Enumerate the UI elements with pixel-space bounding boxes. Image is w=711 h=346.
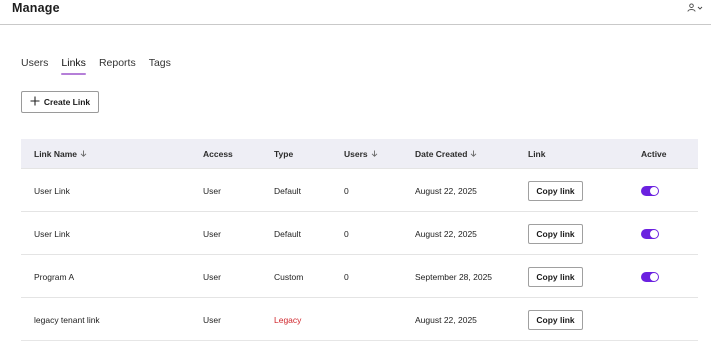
column-label: Link <box>528 148 546 159</box>
link-cell: Copy link <box>528 212 583 255</box>
sort-arrow-icon <box>80 149 87 159</box>
user-icon <box>687 3 696 12</box>
copy-link-button[interactable]: Copy link <box>528 266 583 287</box>
access-cell: User <box>203 228 221 239</box>
column-label: Users <box>344 148 368 159</box>
column-header-access: Access <box>203 139 233 168</box>
link-cell: Copy link <box>528 298 583 341</box>
access-cell: User <box>203 185 221 196</box>
active-toggle[interactable] <box>641 271 659 282</box>
active-toggle[interactable] <box>641 185 659 196</box>
tab-reports[interactable]: Reports <box>99 57 136 73</box>
copy-link-button[interactable]: Copy link <box>528 309 583 330</box>
column-header-users[interactable]: Users <box>344 139 378 168</box>
copy-link-button[interactable]: Copy link <box>528 223 583 244</box>
tab-bar: Users Links Reports Tags <box>21 57 171 75</box>
date-created-cell: August 22, 2025 <box>415 185 477 196</box>
column-label: Link Name <box>34 148 77 159</box>
link-cell: Copy link <box>528 169 583 212</box>
date-created-cell: September 28, 2025 <box>415 271 493 282</box>
link-name-cell: legacy tenant link <box>34 314 100 325</box>
date-created-cell: August 22, 2025 <box>415 314 477 325</box>
tab-tags[interactable]: Tags <box>149 57 171 73</box>
user-menu-button[interactable] <box>687 3 703 12</box>
active-cell <box>641 255 659 298</box>
plus-icon <box>30 96 40 108</box>
table-row: legacy tenant link User Legacy August 22… <box>21 297 698 340</box>
links-table: Link Name Access Type Users Date Created… <box>21 139 698 341</box>
column-header-active: Active <box>641 139 667 168</box>
type-cell: Custom <box>274 271 304 282</box>
link-name-cell: Program A <box>34 271 75 282</box>
table-row: User Link User Default 0 August 22, 2025… <box>21 168 698 211</box>
chevron-down-icon <box>697 5 703 11</box>
create-link-button[interactable]: Create Link <box>21 91 99 113</box>
access-cell: User <box>203 271 221 282</box>
tab-users[interactable]: Users <box>21 57 48 73</box>
active-cell <box>641 212 659 255</box>
active-cell <box>641 169 659 212</box>
column-label: Active <box>641 148 667 159</box>
sort-arrow-icon <box>470 149 477 159</box>
column-label: Access <box>203 148 233 159</box>
column-label: Date Created <box>415 148 468 159</box>
link-cell: Copy link <box>528 255 583 298</box>
column-header-link-name[interactable]: Link Name <box>34 139 87 168</box>
link-name-cell: User Link <box>34 228 70 239</box>
users-cell: 0 <box>344 185 349 196</box>
column-label: Type <box>274 148 294 159</box>
sort-arrow-icon <box>371 149 378 159</box>
type-cell: Default <box>274 228 301 239</box>
link-name-cell: User Link <box>34 185 70 196</box>
top-bar: Manage <box>0 0 711 25</box>
table-header: Link Name Access Type Users Date Created… <box>21 139 698 168</box>
column-header-date-created[interactable]: Date Created <box>415 139 477 168</box>
copy-link-button[interactable]: Copy link <box>528 180 583 201</box>
active-toggle[interactable] <box>641 228 659 239</box>
create-link-label: Create Link <box>43 97 91 107</box>
users-cell: 0 <box>344 228 349 239</box>
access-cell: User <box>203 314 221 325</box>
column-header-link: Link <box>528 139 545 168</box>
users-cell: 0 <box>344 271 349 282</box>
type-cell: Legacy <box>274 314 302 325</box>
table-row: User Link User Default 0 August 22, 2025… <box>21 211 698 254</box>
table-row: Program A User Custom 0 September 28, 20… <box>21 254 698 297</box>
page-title: Manage <box>12 1 60 15</box>
column-header-type: Type <box>274 139 293 168</box>
date-created-cell: August 22, 2025 <box>415 228 477 239</box>
type-cell: Default <box>274 185 301 196</box>
tab-links[interactable]: Links <box>61 57 86 75</box>
